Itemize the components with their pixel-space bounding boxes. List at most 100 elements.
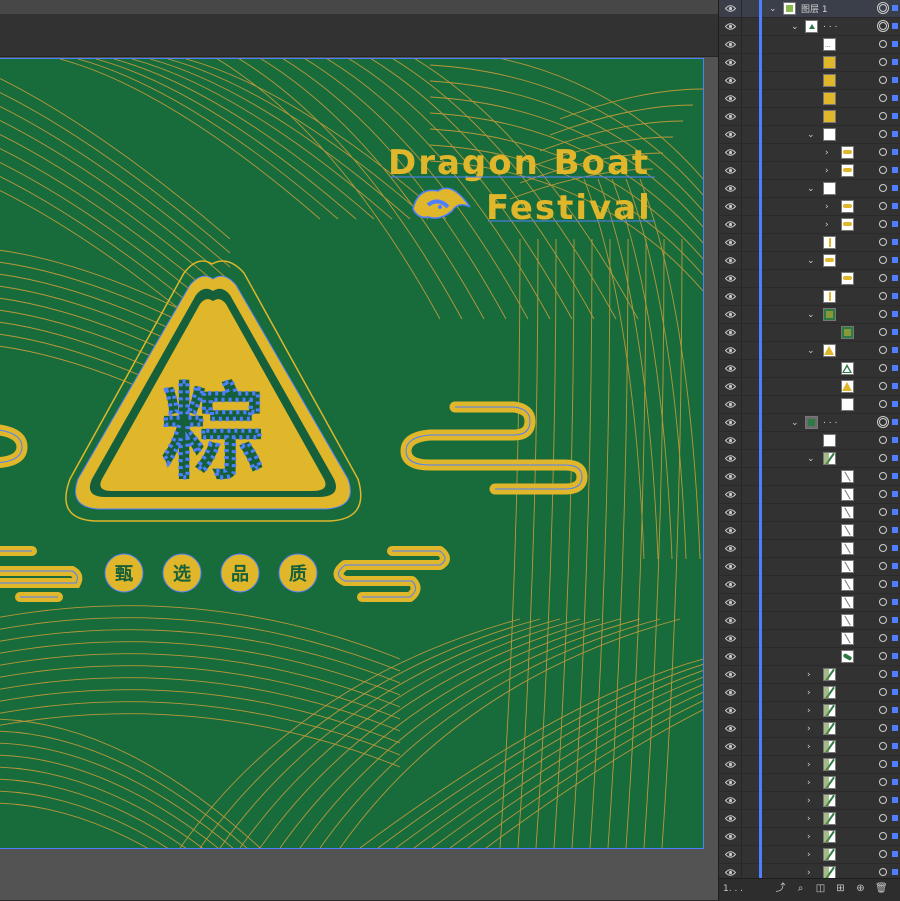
eye-icon[interactable]	[725, 292, 736, 301]
layer-row[interactable]	[719, 234, 900, 252]
lock-column[interactable]	[741, 306, 742, 324]
eye-icon[interactable]	[725, 868, 736, 877]
target-icon[interactable]	[879, 22, 887, 30]
selection-indicator[interactable]	[892, 239, 898, 245]
eye-icon[interactable]	[725, 796, 736, 805]
target-icon[interactable]	[879, 796, 887, 804]
eye-icon[interactable]	[725, 130, 736, 139]
eye-icon[interactable]	[725, 148, 736, 157]
lock-column[interactable]	[741, 324, 742, 342]
lock-column[interactable]	[741, 540, 742, 558]
layer-row[interactable]: ›	[719, 792, 900, 810]
selection-indicator[interactable]	[892, 77, 898, 83]
lock-column[interactable]	[741, 54, 742, 72]
layer-row[interactable]	[719, 558, 900, 576]
target-icon[interactable]	[879, 436, 887, 444]
selection-indicator[interactable]	[892, 23, 898, 29]
lock-column[interactable]	[741, 846, 742, 864]
target-icon[interactable]	[879, 202, 887, 210]
selection-indicator[interactable]	[892, 203, 898, 209]
eye-icon[interactable]	[725, 760, 736, 769]
lock-column[interactable]	[741, 342, 742, 360]
layer-row[interactable]: ⌄	[719, 450, 900, 468]
target-icon[interactable]	[879, 706, 887, 714]
new-layer-icon[interactable]: ⊕	[855, 883, 866, 894]
chevron-right-icon[interactable]: ›	[807, 832, 815, 842]
new-sublayer-icon[interactable]: ⊞	[835, 883, 846, 894]
chevron-right-icon[interactable]: ›	[807, 760, 815, 770]
eye-icon[interactable]	[725, 382, 736, 391]
lock-column[interactable]	[741, 666, 742, 684]
selection-indicator[interactable]	[892, 437, 898, 443]
target-icon[interactable]	[879, 94, 887, 102]
lock-column[interactable]	[741, 702, 742, 720]
layer-row[interactable]	[719, 540, 900, 558]
target-icon[interactable]	[879, 526, 887, 534]
chevron-right-icon[interactable]: ›	[825, 202, 833, 212]
selection-indicator[interactable]	[892, 725, 898, 731]
lock-column[interactable]	[741, 576, 742, 594]
layer-row[interactable]: ›	[719, 846, 900, 864]
selection-indicator[interactable]	[892, 419, 898, 425]
eye-icon[interactable]	[725, 472, 736, 481]
target-icon[interactable]	[879, 778, 887, 786]
selection-indicator[interactable]	[892, 293, 898, 299]
selection-indicator[interactable]	[892, 5, 898, 11]
target-icon[interactable]	[879, 184, 887, 192]
lock-column[interactable]	[741, 756, 742, 774]
selection-indicator[interactable]	[892, 833, 898, 839]
selection-indicator[interactable]	[892, 401, 898, 407]
eye-icon[interactable]	[725, 166, 736, 175]
lock-column[interactable]	[741, 630, 742, 648]
eye-icon[interactable]	[725, 184, 736, 193]
eye-icon[interactable]	[725, 220, 736, 229]
layer-row[interactable]	[719, 72, 900, 90]
eye-icon[interactable]	[725, 436, 736, 445]
lock-column[interactable]	[741, 252, 742, 270]
layer-row[interactable]	[719, 576, 900, 594]
target-icon[interactable]	[879, 418, 887, 426]
selection-indicator[interactable]	[892, 797, 898, 803]
lock-column[interactable]	[741, 108, 742, 126]
chevron-down-icon[interactable]: ⌄	[791, 418, 799, 428]
eye-icon[interactable]	[725, 40, 736, 49]
chevron-right-icon[interactable]: ›	[807, 796, 815, 806]
layer-row[interactable]	[719, 468, 900, 486]
eye-icon[interactable]	[725, 256, 736, 265]
selection-indicator[interactable]	[892, 347, 898, 353]
eye-icon[interactable]	[725, 274, 736, 283]
target-icon[interactable]	[879, 112, 887, 120]
eye-icon[interactable]	[725, 310, 736, 319]
selection-indicator[interactable]	[892, 599, 898, 605]
layer-row[interactable]: ›	[719, 198, 900, 216]
eye-icon[interactable]	[725, 400, 736, 409]
selection-indicator[interactable]	[892, 311, 898, 317]
target-icon[interactable]	[879, 472, 887, 480]
target-icon[interactable]	[879, 76, 887, 84]
eye-icon[interactable]	[725, 634, 736, 643]
target-icon[interactable]	[879, 256, 887, 264]
lock-column[interactable]	[741, 378, 742, 396]
layer-name[interactable]: . . .	[823, 416, 837, 426]
lock-column[interactable]	[741, 216, 742, 234]
selection-indicator[interactable]	[892, 545, 898, 551]
eye-icon[interactable]	[725, 742, 736, 751]
eye-icon[interactable]	[725, 418, 736, 427]
selection-indicator[interactable]	[892, 131, 898, 137]
chevron-down-icon[interactable]: ⌄	[791, 22, 799, 32]
lock-column[interactable]	[741, 432, 742, 450]
layer-row[interactable]: ›	[719, 774, 900, 792]
document-workspace[interactable]: Dragon Boat Festival 粽 甄 选 品 质	[0, 0, 718, 900]
lock-column[interactable]	[741, 648, 742, 666]
target-icon[interactable]	[879, 130, 887, 138]
target-icon[interactable]	[879, 166, 887, 174]
eye-icon[interactable]	[725, 814, 736, 823]
selection-indicator[interactable]	[892, 509, 898, 515]
selection-indicator[interactable]	[892, 365, 898, 371]
selection-indicator[interactable]	[892, 527, 898, 533]
target-icon[interactable]	[879, 58, 887, 66]
lock-column[interactable]	[741, 612, 742, 630]
chevron-down-icon[interactable]: ⌄	[807, 310, 815, 320]
selection-indicator[interactable]	[892, 113, 898, 119]
eye-icon[interactable]	[725, 328, 736, 337]
